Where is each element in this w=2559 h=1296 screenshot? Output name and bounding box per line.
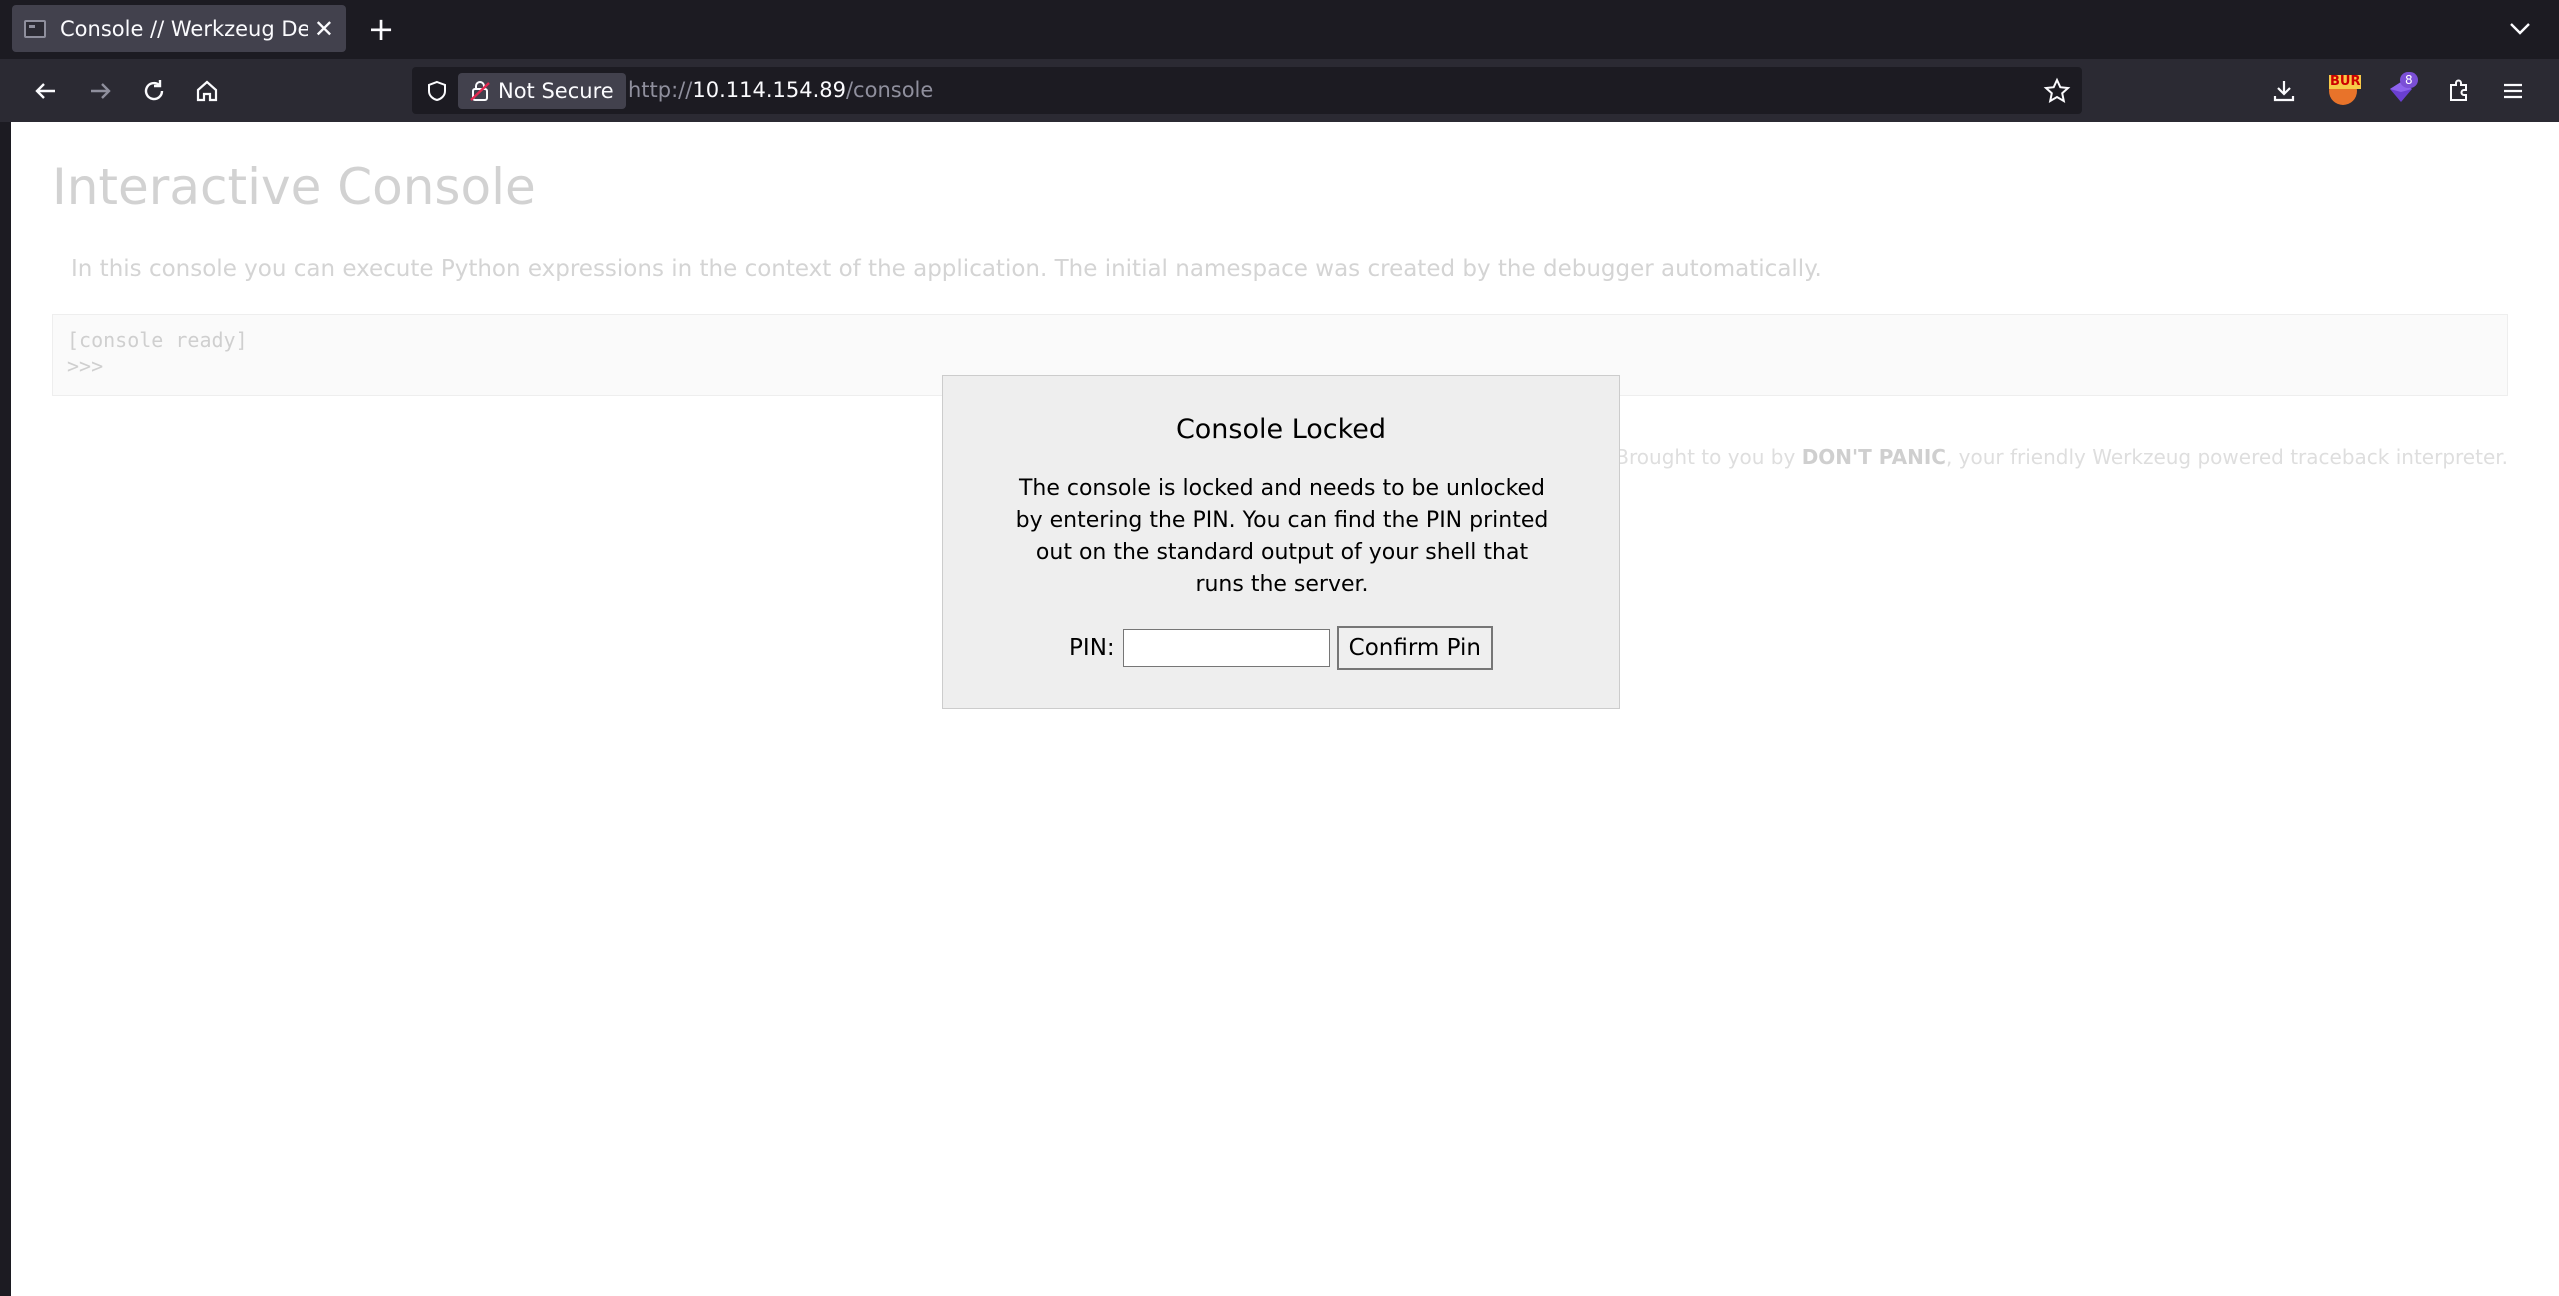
shield-icon bbox=[428, 80, 446, 102]
url-host: 10.114.154.89 bbox=[692, 78, 846, 102]
url-path: /console bbox=[845, 78, 934, 102]
extension-badge: 8 bbox=[2400, 72, 2418, 88]
footer-note: Brought to you by DON'T PANIC, your frie… bbox=[1615, 445, 2508, 469]
site-security-button[interactable]: Not Secure bbox=[458, 73, 626, 109]
new-tab-button[interactable]: + bbox=[362, 10, 400, 48]
pin-form: PIN: Confirm Pin bbox=[943, 626, 1619, 670]
back-button[interactable] bbox=[25, 70, 67, 112]
download-icon bbox=[2273, 81, 2295, 102]
tab-console[interactable]: Console // Werkzeug Debugger ✕ bbox=[12, 5, 346, 52]
footer-bold: DON'T PANIC bbox=[1801, 445, 1946, 469]
back-arrow-icon bbox=[35, 83, 55, 99]
footer-suffix: , your friendly Werkzeug powered traceba… bbox=[1945, 445, 2508, 469]
downloads-button[interactable] bbox=[2263, 70, 2305, 112]
list-all-tabs-button[interactable] bbox=[2500, 12, 2540, 46]
home-icon bbox=[196, 80, 218, 102]
tracking-protection-icon[interactable] bbox=[422, 76, 452, 106]
bookmark-button[interactable] bbox=[2042, 76, 2072, 106]
pin-label: PIN: bbox=[1069, 635, 1115, 661]
tab-close-icon[interactable]: ✕ bbox=[314, 17, 334, 41]
burp-label: BUR bbox=[2329, 74, 2362, 89]
reload-icon bbox=[144, 80, 164, 101]
navigation-toolbar: Not Secure http://10.114.154.89/console … bbox=[0, 59, 2559, 122]
url-text[interactable]: http://10.114.154.89/console bbox=[628, 67, 933, 114]
tab-title: Console // Werkzeug Debugger bbox=[60, 16, 308, 41]
pin-input[interactable] bbox=[1122, 629, 1330, 667]
reload-button[interactable] bbox=[133, 70, 175, 112]
window-edge bbox=[0, 122, 11, 1296]
page-content: Interactive Console In this console you … bbox=[11, 122, 2559, 1296]
star-icon bbox=[2043, 77, 2071, 104]
console-ready-line: [console ready] bbox=[67, 328, 248, 352]
forward-arrow-icon bbox=[91, 83, 111, 99]
dialog-title: Console Locked bbox=[1175, 414, 1387, 445]
forward-button[interactable] bbox=[79, 70, 121, 112]
home-button[interactable] bbox=[186, 70, 228, 112]
tab-strip: Console // Werkzeug Debugger ✕ + bbox=[0, 0, 2559, 59]
puzzle-icon bbox=[2450, 79, 2467, 101]
url-scheme: http:// bbox=[628, 78, 693, 102]
burp-extension-button[interactable]: BUR bbox=[2322, 70, 2364, 112]
console-locked-dialog: Console Locked The console is locked and… bbox=[942, 375, 1620, 709]
insecure-lock-icon bbox=[470, 81, 490, 101]
extensions-button[interactable] bbox=[2438, 70, 2480, 112]
browser-window: Console // Werkzeug Debugger ✕ + bbox=[0, 0, 2559, 1296]
not-secure-label: Not Secure bbox=[498, 79, 614, 103]
page-title: Interactive Console bbox=[52, 158, 536, 216]
page-intro: In this console you can execute Python e… bbox=[71, 256, 1822, 282]
dialog-description: The console is locked and needs to be un… bbox=[1015, 476, 1549, 597]
footer-prefix: Brought to you by bbox=[1615, 445, 1802, 469]
address-bar[interactable]: Not Secure http://10.114.154.89/console bbox=[412, 67, 2082, 114]
confirm-pin-button[interactable]: Confirm Pin bbox=[1336, 626, 1493, 670]
terminal-icon bbox=[24, 19, 46, 38]
extension-button[interactable]: 8 bbox=[2380, 70, 2422, 112]
burp-icon: BUR bbox=[2329, 75, 2362, 105]
hamburger-menu-icon bbox=[2504, 83, 2522, 99]
app-menu-button[interactable] bbox=[2492, 70, 2534, 112]
chevron-down-icon bbox=[2510, 23, 2530, 35]
